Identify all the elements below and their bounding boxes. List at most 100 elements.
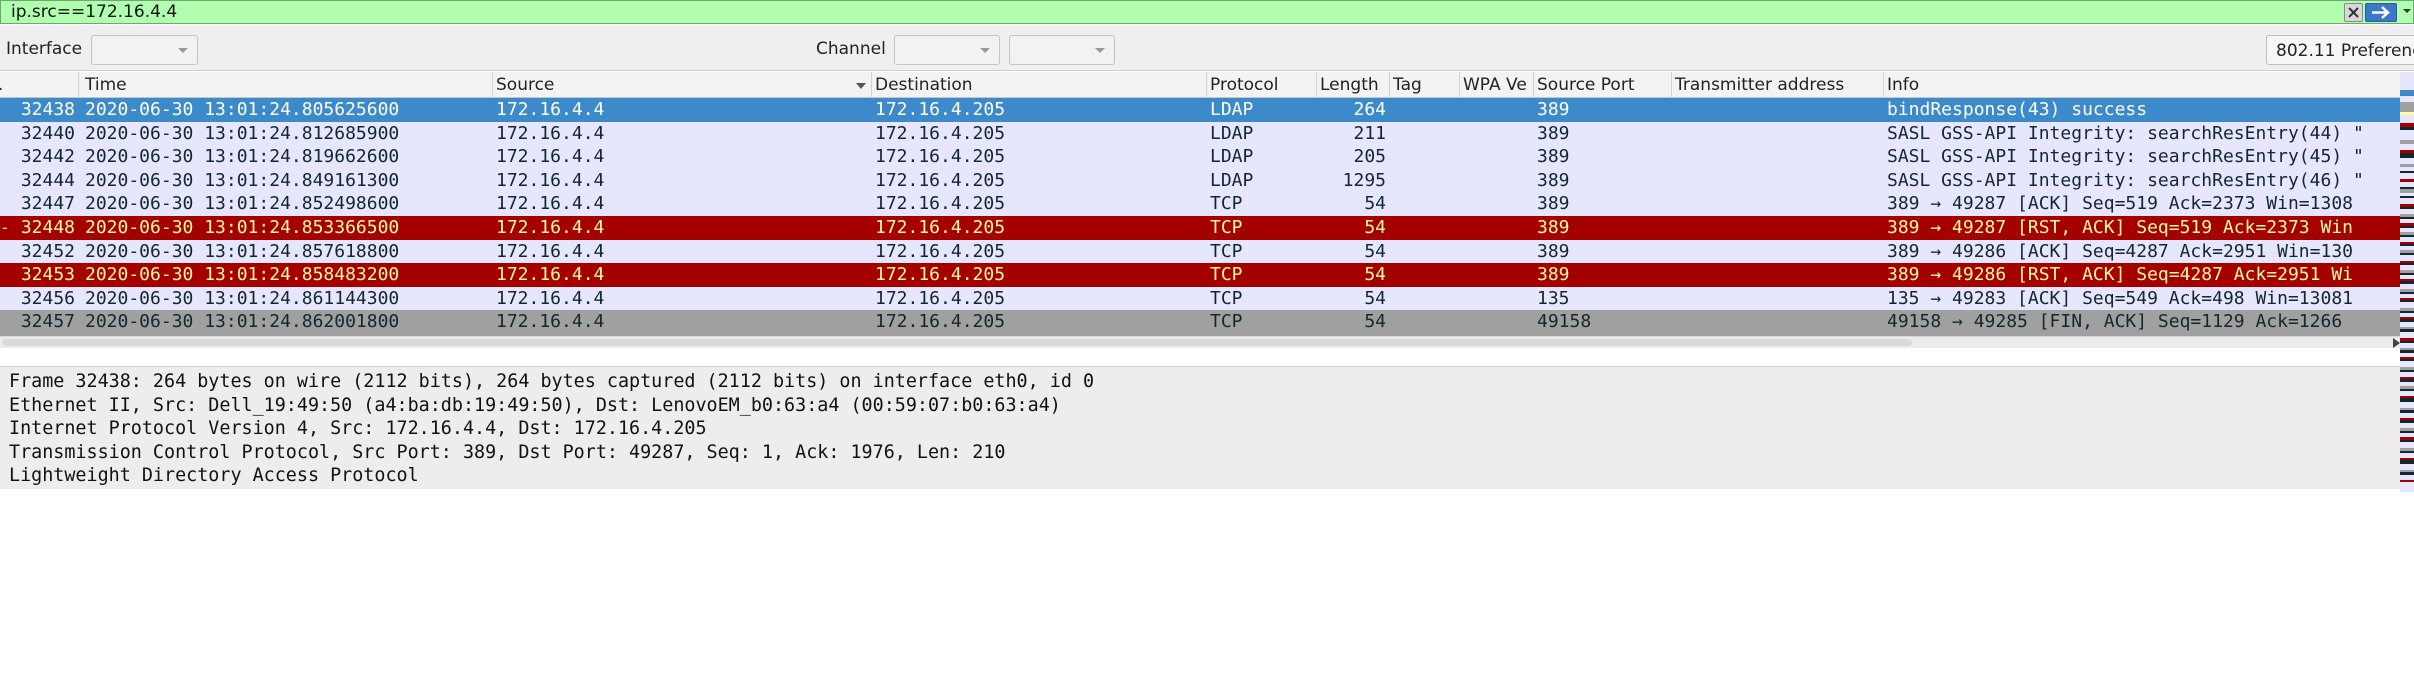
column-header-tag[interactable]: Tag xyxy=(1391,72,1460,98)
minimap-stripe xyxy=(2400,72,2414,90)
packet-row[interactable]: 32452 2020-06-30 13:01:24.857618800 172.16… xyxy=(0,239,2400,264)
cell-time: 2020-06-30 13:01:24.861144300 xyxy=(85,287,400,309)
cell-srcport: 389 xyxy=(1537,122,1570,144)
column-header-time[interactable]: Time xyxy=(83,72,493,98)
scroll-right-icon[interactable] xyxy=(2393,338,2400,348)
column-header-transmitter[interactable]: Transmitter address xyxy=(1673,72,1884,98)
cell-info: 389 → 49286 [RST, ACK] Seq=4287 Ack=2951… xyxy=(1887,264,2353,286)
cell-time: 2020-06-30 13:01:24.852498600 xyxy=(85,193,400,215)
column-header-label: Source xyxy=(496,75,555,95)
packet-list-rows: 32438 2020-06-30 13:01:24.805625600 172.16… xyxy=(0,98,2400,336)
packet-row[interactable]: 32447 2020-06-30 13:01:24.852498600 172.16… xyxy=(0,192,2400,216)
column-header-label: WPA Ve xyxy=(1463,75,1527,95)
column-header-no[interactable]: No. xyxy=(0,72,79,98)
chevron-down-icon xyxy=(2403,9,2411,13)
cell-time: 2020-06-30 13:01:24.812685900 xyxy=(85,122,400,144)
cell-time: 2020-06-30 13:01:24.805625600 xyxy=(85,99,400,120)
cell-time: 2020-06-30 13:01:24.853366500 xyxy=(85,217,400,238)
cell-srcport: 389 xyxy=(1537,146,1570,168)
cell-protocol: TCP xyxy=(1210,287,1243,309)
chevron-down-icon xyxy=(1095,48,1105,53)
cell-length: 54 xyxy=(1364,264,1386,286)
selected-packet-row[interactable]: 32438 2020-06-30 13:01:24.805625600 172.16… xyxy=(0,98,2400,122)
horizontal-scrollbar[interactable] xyxy=(0,336,2400,348)
packet-list-minimap[interactable] xyxy=(2400,72,2414,492)
packet-row[interactable]: 32444 2020-06-30 13:01:24.849161300 172.16… xyxy=(0,168,2400,193)
column-header-wpa[interactable]: WPA Ve xyxy=(1461,72,1534,98)
column-header-label: Tag xyxy=(1393,75,1422,95)
column-header-info[interactable]: Info xyxy=(1885,72,2400,98)
cell-protocol: TCP xyxy=(1210,193,1243,215)
column-header-label: Protocol xyxy=(1210,75,1279,95)
cell-length: 54 xyxy=(1364,287,1386,309)
cell-info: 49158 → 49285 [FIN, ACK] Seq=1129 Ack=12… xyxy=(1887,311,2343,333)
display-filter-input[interactable]: ip.src==172.16.4.4 xyxy=(11,1,177,23)
column-header-source[interactable]: Source xyxy=(494,72,872,98)
cell-no: 32456 xyxy=(20,287,75,309)
channel-width-combo[interactable] xyxy=(1009,35,1115,65)
cell-source: 172.16.4.4 xyxy=(496,99,605,120)
packet-row[interactable]: 32457 2020-06-30 13:01:24.862001800 172.16… xyxy=(0,310,2400,334)
channel-label: Channel xyxy=(816,39,886,59)
cell-info: 135 → 49283 [ACK] Seq=549 Ack=498 Win=13… xyxy=(1887,287,2353,309)
cell-time: 2020-06-30 13:01:24.862001800 xyxy=(85,311,400,333)
scrollbar-thumb[interactable] xyxy=(2,339,1912,346)
cell-length: 211 xyxy=(1353,122,1386,144)
packet-row[interactable]: 32442 2020-06-30 13:01:24.819662600 172.16… xyxy=(0,145,2400,169)
cell-source: 172.16.4.4 xyxy=(496,240,605,262)
cell-info: SASL GSS-API Integrity: searchResEntry(4… xyxy=(1887,146,2364,168)
cell-length: 264 xyxy=(1353,99,1386,120)
filter-dropdown-button[interactable] xyxy=(2400,3,2414,22)
detail-tree-item[interactable]: Internet Protocol Version 4, Src: 172.16… xyxy=(9,417,707,441)
packet-row[interactable]: 32456 2020-06-30 13:01:24.861144300 172.16… xyxy=(0,286,2400,311)
cell-source: 172.16.4.4 xyxy=(496,169,605,191)
clear-filter-button[interactable] xyxy=(2344,3,2363,22)
cell-srcport: 389 xyxy=(1537,264,1570,286)
cell-info: 389 → 49287 [ACK] Seq=519 Ack=2373 Win=1… xyxy=(1887,193,2353,215)
column-header-destination[interactable]: Destination xyxy=(873,72,1207,98)
display-filter-bar[interactable]: ip.src==172.16.4.4 xyxy=(0,0,2414,24)
packet-row[interactable]: 32440 2020-06-30 13:01:24.812685900 172.16… xyxy=(0,121,2400,146)
cell-protocol: LDAP xyxy=(1210,169,1254,191)
detail-tree-item[interactable]: Lightweight Directory Access Protocol xyxy=(9,464,419,488)
cell-no: 32452 xyxy=(20,240,75,262)
channel-combo[interactable] xyxy=(894,35,1000,65)
cell-length: 54 xyxy=(1364,311,1386,333)
cell-time: 2020-06-30 13:01:24.819662600 xyxy=(85,146,400,168)
column-header-label: Transmitter address xyxy=(1675,75,1845,95)
cell-no: 32447 xyxy=(20,193,75,215)
cell-length: 54 xyxy=(1364,217,1386,238)
column-header-length[interactable]: Length xyxy=(1318,72,1390,98)
cell-no: 32440 xyxy=(20,122,75,144)
cell-length: 205 xyxy=(1353,146,1386,168)
wireless-preferences-button[interactable]: 802.11 Preferences xyxy=(2266,35,2414,65)
column-header-label: Time xyxy=(85,75,127,95)
arrow-right-icon xyxy=(2372,6,2390,19)
detail-tree-item[interactable]: Frame 32438: 264 bytes on wire (2112 bit… xyxy=(9,370,1094,394)
packet-row[interactable]: 32453 2020-06-30 13:01:24.858483200 172.16… xyxy=(0,263,2400,287)
detail-tree-item[interactable]: Ethernet II, Src: Dell_19:49:50 (a4:ba:d… xyxy=(9,394,1061,418)
cell-protocol: LDAP xyxy=(1210,122,1254,144)
cell-info: 389 → 49287 [RST, ACK] Seq=519 Ack=2373 … xyxy=(1887,217,2353,238)
cell-length: 54 xyxy=(1364,193,1386,215)
cell-time: 2020-06-30 13:01:24.858483200 xyxy=(85,264,400,286)
cell-srcport: 135 xyxy=(1537,287,1570,309)
cell-protocol: TCP xyxy=(1210,217,1243,238)
column-header-label: Info xyxy=(1887,75,1920,95)
detail-tree-item[interactable]: Transmission Control Protocol, Src Port:… xyxy=(9,441,1006,465)
interface-combo[interactable] xyxy=(91,35,198,65)
apply-filter-button[interactable] xyxy=(2365,3,2397,22)
column-header-srcport[interactable]: Source Port xyxy=(1535,72,1672,98)
cell-destination: 172.16.4.205 xyxy=(875,146,1006,168)
cell-protocol: LDAP xyxy=(1210,99,1254,120)
packet-row[interactable]: -324482020-06-30 13:01:24.853366500172.1… xyxy=(0,216,2400,240)
cell-source: 172.16.4.4 xyxy=(496,287,605,309)
cell-srcport: 389 xyxy=(1537,169,1570,191)
cell-destination: 172.16.4.205 xyxy=(875,217,1006,238)
column-header-protocol[interactable]: Protocol xyxy=(1208,72,1317,98)
packet-bytes-pane xyxy=(0,489,2400,679)
column-header-label: Source Port xyxy=(1537,75,1635,95)
wireless-toolbar: Interface Channel 802.11 Preferences xyxy=(0,25,2414,71)
wireshark-window: ip.src==172.16.4.4 Interface Channel 802… xyxy=(0,0,2414,679)
cell-destination: 172.16.4.205 xyxy=(875,193,1006,215)
